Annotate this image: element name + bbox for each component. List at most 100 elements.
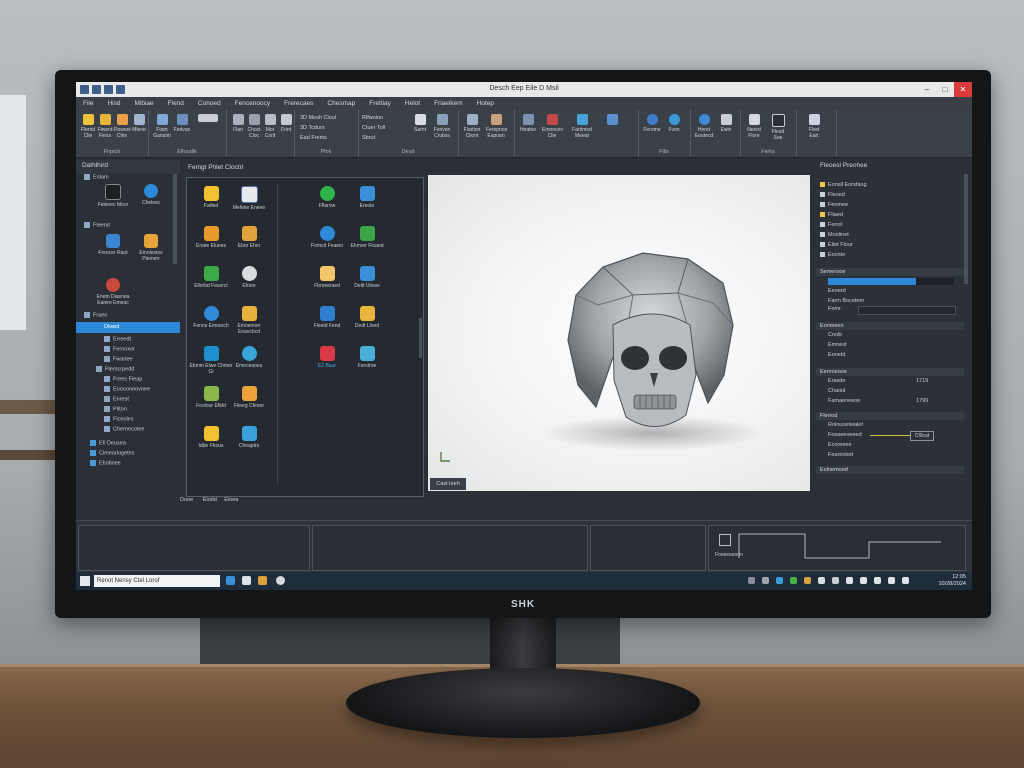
file-icon-tile[interactable]: Cheaptrs	[227, 426, 271, 449]
tree-item[interactable]: Enlam	[84, 174, 109, 180]
file-icon-tile[interactable]: Deitt Ulowe	[345, 266, 389, 289]
explorer-scrollbar[interactable]	[173, 174, 177, 264]
tree-item[interactable]: Eooooneovnee	[104, 386, 150, 392]
property-item[interactable]: Eocnte	[820, 252, 845, 258]
file-icon-tile[interactable]: Fiieeg Cfeoor	[227, 386, 271, 409]
tray-icon[interactable]	[860, 577, 867, 584]
tree-item[interactable]: Fraeo	[84, 312, 107, 318]
menu-item[interactable]: Mibiae	[128, 97, 161, 110]
tray-icon[interactable]	[818, 577, 825, 584]
property-section-header[interactable]: Flerrod	[816, 412, 964, 420]
explorer-thumbnail[interactable]: Emolestos Plemerr	[130, 234, 172, 262]
file-icon-tile[interactable]: Fflarow	[305, 186, 349, 209]
menu-item[interactable]: Conoed	[191, 97, 228, 110]
file-icon-tile[interactable]: Mefeke Eneee	[227, 186, 271, 211]
tray-icon[interactable]	[776, 577, 783, 584]
tree-item[interactable]: Chernecotee	[104, 426, 145, 432]
property-value[interactable]: 1719	[916, 378, 928, 384]
ribbon-small-item[interactable]: Ead Frems	[300, 134, 327, 142]
ribbon-button[interactable]	[602, 114, 622, 144]
ribbon-button[interactable]: Flartion Cliont	[462, 114, 482, 144]
tree-item[interactable]: Fwarlee	[104, 356, 133, 362]
menu-item[interactable]: Frerecaes	[277, 97, 320, 110]
property-value[interactable]: 1799	[916, 398, 928, 404]
tray-icon[interactable]	[748, 577, 755, 584]
file-icon-tile[interactable]: Emeceaoes	[227, 346, 271, 369]
tray-icon[interactable]	[846, 577, 853, 584]
file-icon-tile[interactable]: Fomcd Feaeio	[305, 226, 349, 249]
ribbon-button[interactable]: Fvon	[664, 114, 684, 144]
taskbar-app-icon[interactable]	[276, 576, 285, 585]
ribbon-small-item[interactable]: Ctuer Toll	[362, 124, 385, 132]
tray-icon[interactable]	[804, 577, 811, 584]
tree-item[interactable]: Fleend	[84, 222, 110, 228]
menu-item[interactable]: Flend	[161, 97, 191, 110]
menu-item[interactable]: File	[76, 97, 100, 110]
file-icon-tile[interactable]: Ereote	[345, 186, 389, 209]
tray-icon[interactable]	[902, 577, 909, 584]
tree-item[interactable]: Ficeoles	[104, 416, 133, 422]
tree-item[interactable]: Cimearlogetes	[90, 450, 134, 456]
ribbon-button[interactable]: Ftam Ganaim	[152, 114, 172, 144]
ribbon-button[interactable]: Emonceo Clie	[542, 114, 563, 144]
slider-value-field[interactable]: Cf0cat	[910, 431, 934, 441]
menu-item[interactable]: Fencenoocy	[228, 97, 277, 110]
tab[interactable]: Eloea	[224, 497, 238, 503]
property-item[interactable]: Fleoed	[820, 192, 845, 198]
tree-item[interactable]: Ehotinee	[90, 460, 121, 466]
slider-track[interactable]	[870, 435, 910, 436]
menu-item[interactable]: Hotep	[470, 97, 501, 110]
ribbon-button[interactable]	[194, 114, 222, 144]
ribbon-small-item[interactable]: 3D Mesh Cloul	[300, 114, 336, 122]
maximize-button[interactable]: □	[936, 82, 954, 97]
timeline-track[interactable]	[590, 525, 706, 571]
explorer-thumbnail[interactable]: Frencer Raot	[92, 234, 134, 256]
property-item[interactable]: Moolinet	[820, 232, 849, 238]
ribbon-button[interactable]: Fartimod Meeat	[568, 114, 596, 144]
ribbon-button[interactable]: Sarnt	[410, 114, 430, 144]
menu-item[interactable]: Frettiay	[362, 97, 398, 110]
ribbon-button[interactable]: Mlene	[129, 114, 149, 144]
ribbon-button[interactable]: Ewin	[716, 114, 736, 144]
viewport-tab[interactable]: Cast Ieeh	[430, 478, 466, 490]
property-item[interactable]: Fenot	[820, 222, 842, 228]
explorer-thumbnail[interactable]: Felenec Moor	[92, 184, 134, 208]
taskbar-app-icon[interactable]	[226, 576, 235, 585]
property-item[interactable]: Feomee	[820, 202, 848, 208]
ribbon-button[interactable]: Ferepnoo Eapoan	[486, 114, 507, 144]
tab[interactable]: Elodd	[203, 497, 217, 503]
taskbar-app-icon[interactable]	[258, 576, 267, 585]
tree-item[interactable]: Erreedt	[104, 336, 131, 342]
tree-item[interactable]: Fernoxor	[104, 346, 135, 352]
ribbon-button[interactable]: Flesd Soe	[768, 114, 788, 144]
3d-viewport[interactable]	[428, 175, 810, 491]
property-section-header[interactable]: Eolnemoed	[816, 466, 964, 474]
property-section-header[interactable]: Eenroeooe	[816, 368, 964, 376]
curve-editor[interactable]: Fooeeseoon	[708, 525, 966, 571]
timeline-track[interactable]	[312, 525, 588, 571]
property-item[interactable]: Eonsll Eorsfang	[820, 182, 867, 188]
ribbon-button[interactable]: Frint	[276, 114, 296, 144]
start-icon[interactable]	[80, 576, 90, 586]
tray-icon[interactable]	[832, 577, 839, 584]
tree-item[interactable]: Efi Deusea	[90, 440, 126, 446]
menu-item[interactable]: Hisd	[100, 97, 127, 110]
close-button[interactable]: ✕	[954, 82, 972, 97]
property-section-header[interactable]: Eonmeen	[816, 322, 964, 330]
explorer-thumbnail[interactable]: Enetn Diasnea Eaneo Emeac	[92, 278, 134, 306]
ribbon-button[interactable]: Heatne	[518, 114, 538, 144]
tree-item[interactable]: Enrest	[104, 396, 129, 402]
tray-icon[interactable]	[790, 577, 797, 584]
tree-item[interactable]: Frees Fieap	[104, 376, 142, 382]
tray-icon[interactable]	[888, 577, 895, 584]
tree-item-selected[interactable]: Diwed	[76, 322, 180, 333]
timeline-track[interactable]	[78, 525, 310, 571]
menu-item[interactable]: Friaelkem	[427, 97, 470, 110]
ribbon-button[interactable]: Ferivon Crutios	[432, 114, 452, 144]
file-icon-tile[interactable]: Ehore	[227, 266, 271, 289]
tab[interactable]: Dooe	[180, 497, 193, 503]
file-icon-tile[interactable]: Dedt Lloed	[345, 306, 389, 329]
file-icon-tile[interactable]: Ebor Ehor	[227, 226, 271, 249]
tree-item[interactable]: Fterscrpedd	[96, 366, 134, 372]
ribbon-small-item[interactable]: 3D Tcdurs	[300, 124, 325, 132]
